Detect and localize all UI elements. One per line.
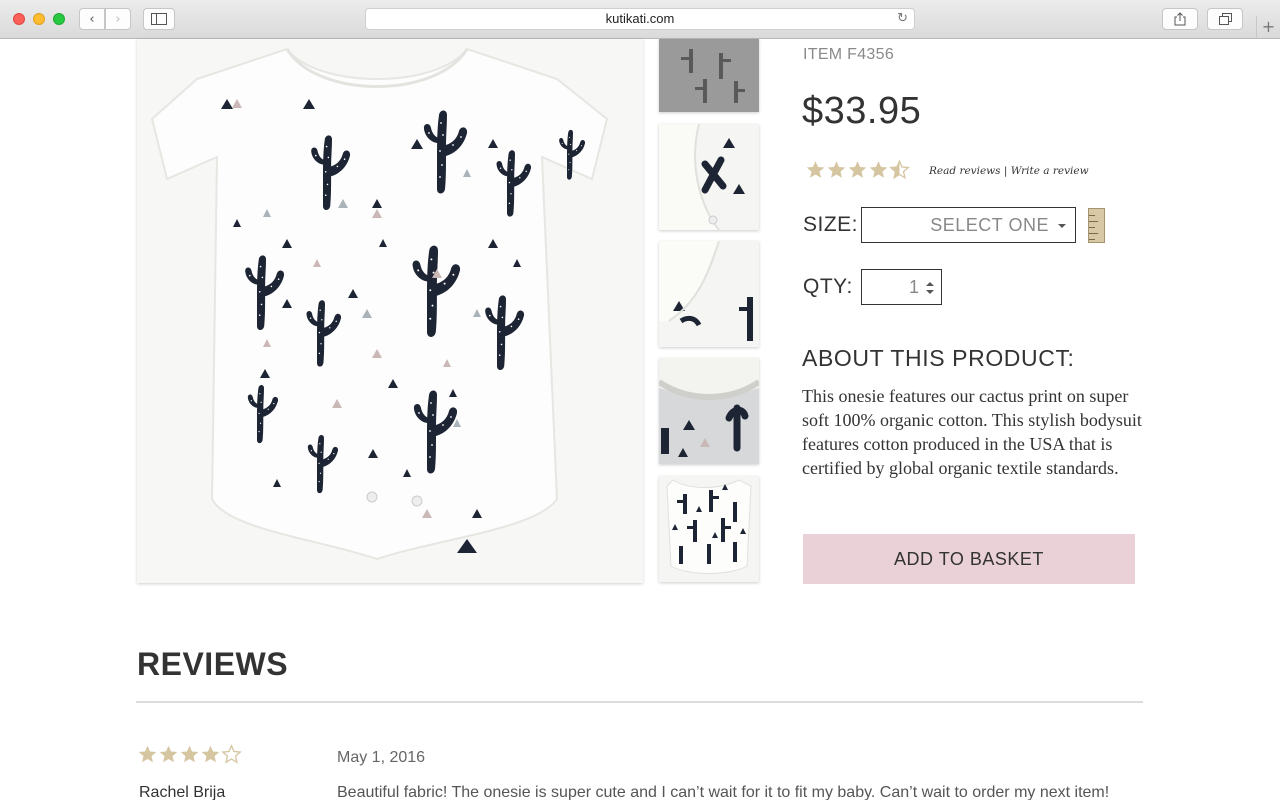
quantity-stepper[interactable]: 1 [861,269,942,305]
review-rating [137,744,242,765]
write-review-link[interactable]: Write a review [1011,165,1089,177]
plus-icon: + [1261,17,1276,36]
read-reviews-link[interactable]: Read reviews [929,165,1001,177]
thumbnail-image [666,479,752,574]
review-author: Rachel Brija [139,784,226,800]
about-product-heading: ABOUT THIS PRODUCT: [802,345,1075,371]
thumbnail-image [659,241,753,341]
share-icon [1174,12,1186,26]
review-links: Read reviews | Write a review [929,165,1089,177]
star-empty-icon [221,744,242,764]
size-select[interactable]: SELECT ONE [861,207,1076,243]
chevron-left-icon: ‹ [89,11,95,27]
product-thumbnail-5[interactable] [659,476,759,582]
product-price: $33.95 [802,90,922,132]
thumbnail-image [659,358,759,457]
star-full-icon [180,745,199,763]
star-full-icon [869,161,888,178]
product-thumbnail-1[interactable] [659,39,759,112]
chevron-right-icon: › [115,11,121,27]
size-label: SIZE: [803,213,859,236]
minimize-window-button[interactable] [33,13,45,25]
sidebar-icon [151,13,167,25]
onesie-image [150,47,609,561]
forward-button[interactable]: › [105,8,131,30]
star-full-icon [806,161,825,178]
star-full-icon [848,161,867,178]
size-selected-value: SELECT ONE [930,215,1049,235]
reload-icon[interactable]: ↻ [897,9,908,29]
stepper-arrows-icon[interactable] [926,282,934,294]
star-full-icon [159,745,178,763]
close-window-button[interactable] [13,13,25,25]
review-text: Beautiful fabric! The onesie is super cu… [337,784,1110,800]
tabs-icon [1218,13,1232,25]
tab-overview-button[interactable] [1207,8,1243,30]
url-text: kutikati.com [605,11,675,26]
star-full-icon [827,161,846,178]
star-full-icon [138,745,157,763]
new-tab-button[interactable]: + [1256,16,1280,38]
link-separator: | [1003,165,1008,177]
product-rating [805,159,910,181]
product-thumbnail-3[interactable] [659,241,759,347]
review-date: May 1, 2016 [337,749,426,766]
about-product-text: This onesie features our cactus print on… [802,386,1142,478]
share-button[interactable] [1162,8,1198,30]
back-button[interactable]: ‹ [79,8,105,30]
thumbnail-image [659,124,745,230]
qty-label: QTY: [803,275,853,298]
product-thumbnail-4[interactable] [659,358,759,464]
caret-down-icon [1058,224,1066,228]
zoom-window-button[interactable] [53,13,65,25]
size-chart-ruler-icon[interactable] [1088,208,1105,243]
qty-value: 1 [908,277,919,297]
star-half-icon [889,159,910,180]
reviews-heading: REVIEWS [137,646,289,682]
product-thumbnail-2[interactable] [659,124,759,230]
thumbnail-image [681,49,745,103]
add-to-basket-button[interactable]: ADD TO BASKET [803,534,1135,584]
reviews-divider [136,701,1143,703]
sidebar-toggle-button[interactable] [143,8,175,30]
item-number: ITEM F4356 [803,46,895,63]
browser-toolbar: ‹ › kutikati.com ↻ + [0,0,1280,39]
star-full-icon [201,745,220,763]
main-product-image[interactable] [137,39,643,583]
address-bar[interactable]: kutikati.com ↻ [365,8,915,30]
